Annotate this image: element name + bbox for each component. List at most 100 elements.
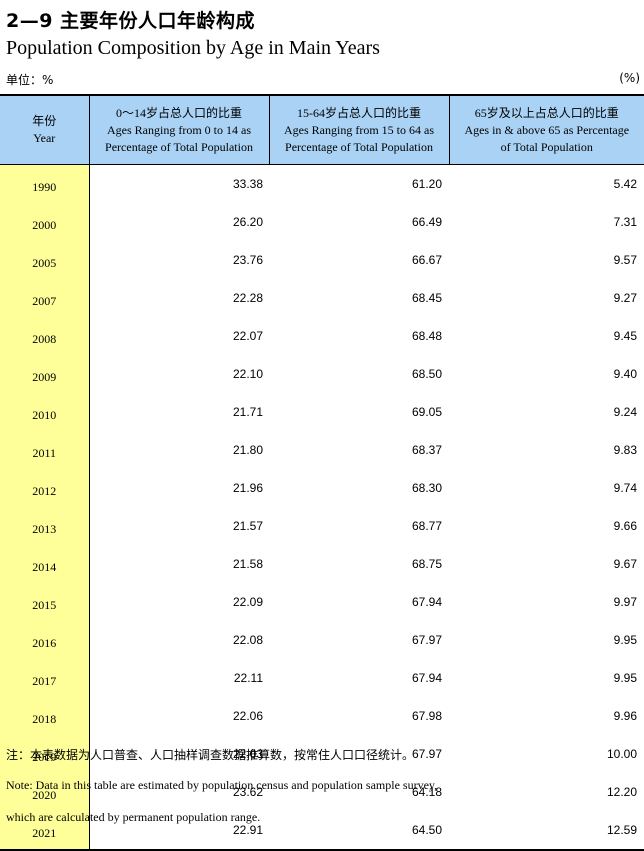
year-cell: 2008 bbox=[0, 317, 90, 355]
page-title-en: Population Composition by Age in Main Ye… bbox=[6, 37, 380, 59]
header-ages-65-plus-en1: Ages in & above 65 as Percentage bbox=[464, 122, 630, 137]
year-cell: 1990 bbox=[0, 164, 90, 203]
year-cell: 2005 bbox=[0, 241, 90, 279]
unit-label-en: (%) bbox=[619, 71, 640, 85]
header-ages-15-64: 15-64岁占总人口的比重 Ages Ranging from 15 to 64… bbox=[268, 94, 449, 165]
year-cell: 2018 bbox=[0, 697, 90, 735]
year-cell: 2011 bbox=[0, 431, 90, 469]
header-year-en: Year bbox=[33, 131, 56, 145]
ages-65-plus-cell: 12.59 bbox=[449, 811, 644, 851]
header-ages-0-14-en1: Ages Ranging from 0 to 14 as bbox=[107, 122, 251, 137]
ages-0-14-cell: 33.38 bbox=[232, 177, 263, 191]
ages-0-14-cell: 21.58 bbox=[232, 557, 263, 571]
ages-0-14-cell: 23.76 bbox=[232, 253, 263, 267]
ages-15-64-cell: 66.49 bbox=[411, 215, 442, 229]
ages-65-plus-cell: 9.66 bbox=[613, 519, 637, 533]
ages-15-64-cell: 68.48 bbox=[411, 329, 442, 343]
table-row: 2007 22.28 68.45 9.27 bbox=[0, 279, 644, 317]
ages-15-64-cell: 68.30 bbox=[411, 481, 442, 495]
table-row: 1990 33.38 61.20 5.42 bbox=[0, 164, 644, 203]
ages-65-plus-cell: 12.20 bbox=[606, 785, 637, 799]
ages-65-plus-cell: 9.97 bbox=[613, 595, 637, 609]
ages-15-64-cell: 68.77 bbox=[411, 519, 442, 533]
header-ages-65-plus-en2: of Total Population bbox=[500, 139, 593, 154]
ages-65-plus-cell: 9.95 bbox=[613, 671, 637, 685]
table-row: 2015 22.09 67.94 9.97 bbox=[0, 583, 644, 621]
ages-65-plus-cell: 9.24 bbox=[613, 405, 637, 419]
ages-15-64-cell: 67.94 bbox=[411, 671, 442, 685]
table-header: 年份 Year 0～14岁占总人口的比重 Ages Ranging from 0… bbox=[0, 94, 644, 165]
header-ages-0-14: 0～14岁占总人口的比重 Ages Ranging from 0 to 14 a… bbox=[88, 94, 269, 165]
ages-15-64-cell: 69.05 bbox=[411, 405, 442, 419]
table-row: 2018 22.06 67.98 9.96 bbox=[0, 697, 644, 735]
year-cell: 2015 bbox=[0, 583, 90, 621]
footnote-cn: 注：本表数据为人口普查、人口抽样调查数据推算数，按常住人口口径统计。 bbox=[6, 748, 415, 762]
table-row: 2012 21.96 68.30 9.74 bbox=[0, 469, 644, 507]
ages-15-64-cell: 67.94 bbox=[411, 595, 442, 609]
ages-65-plus-cell: 9.27 bbox=[613, 291, 637, 305]
age-composition-table: 年份 Year 0～14岁占总人口的比重 Ages Ranging from 0… bbox=[0, 94, 644, 851]
year-cell: 2010 bbox=[0, 393, 90, 431]
ages-65-plus-cell: 9.96 bbox=[613, 709, 637, 723]
table-row: 2017 22.11 67.94 9.95 bbox=[0, 659, 644, 697]
ages-15-64-cell: 61.20 bbox=[411, 177, 442, 191]
ages-15-64-cell: 68.45 bbox=[411, 291, 442, 305]
ages-0-14-cell: 21.71 bbox=[232, 405, 263, 419]
ages-65-plus-cell: 9.74 bbox=[613, 481, 637, 495]
table-row: 2008 22.07 68.48 9.45 bbox=[0, 317, 644, 355]
ages-65-plus-cell: 10.00 bbox=[606, 747, 637, 761]
ages-65-plus-cell: 9.95 bbox=[613, 633, 637, 647]
ages-65-plus-cell: 9.45 bbox=[613, 329, 637, 343]
ages-0-14-cell: 21.80 bbox=[232, 443, 263, 457]
ages-0-14-cell: 22.11 bbox=[233, 671, 263, 685]
header-year: 年份 Year bbox=[0, 94, 89, 165]
year-cell: 2000 bbox=[0, 203, 90, 241]
table-row: 2000 26.20 66.49 7.31 bbox=[0, 203, 644, 241]
ages-65-plus-cell: 9.57 bbox=[613, 253, 637, 267]
table-row: 2014 21.58 68.75 9.67 bbox=[0, 545, 644, 583]
table-row: 2013 21.57 68.77 9.66 bbox=[0, 507, 644, 545]
ages-15-64-cell: 64.50 bbox=[269, 811, 449, 851]
table-row: 2005 23.76 66.67 9.57 bbox=[0, 241, 644, 279]
table-row: 2010 21.71 69.05 9.24 bbox=[0, 393, 644, 431]
year-cell: 2009 bbox=[0, 355, 90, 393]
unit-label-cn: 单位：% bbox=[6, 73, 54, 87]
table-row: 2016 22.08 67.97 9.95 bbox=[0, 621, 644, 659]
table-row: 2011 21.80 68.37 9.83 bbox=[0, 431, 644, 469]
ages-15-64-cell: 68.50 bbox=[411, 367, 442, 381]
page-title-cn: 2—9 主要年份人口年龄构成 bbox=[6, 10, 256, 32]
ages-15-64-cell: 68.75 bbox=[411, 557, 442, 571]
ages-0-14-cell: 22.10 bbox=[232, 367, 263, 381]
year-cell: 2014 bbox=[0, 545, 90, 583]
header-ages-65-plus: 65岁及以上占总人口的比重 Ages in & above 65 as Perc… bbox=[448, 94, 644, 165]
ages-65-plus-cell: 7.31 bbox=[613, 215, 637, 229]
ages-65-plus-cell: 9.40 bbox=[613, 367, 637, 381]
ages-15-64-cell: 67.97 bbox=[411, 633, 442, 647]
header-ages-0-14-en2: Percentage of Total Population bbox=[105, 139, 253, 154]
header-ages-65-plus-cn: 65岁及以上占总人口的比重 bbox=[474, 105, 619, 120]
ages-0-14-cell: 21.57 bbox=[232, 519, 263, 533]
ages-0-14-cell: 22.08 bbox=[232, 633, 263, 647]
ages-15-64-cell: 66.67 bbox=[411, 253, 442, 267]
year-cell: 2012 bbox=[0, 469, 90, 507]
ages-15-64-cell: 68.37 bbox=[411, 443, 442, 457]
ages-0-14-cell: 22.06 bbox=[232, 709, 263, 723]
year-cell: 2013 bbox=[0, 507, 90, 545]
year-cell: 2017 bbox=[0, 659, 90, 697]
ages-65-plus-cell: 9.67 bbox=[613, 557, 637, 571]
ages-65-plus-cell: 5.42 bbox=[613, 177, 637, 191]
table-row: 2009 22.10 68.50 9.40 bbox=[0, 355, 644, 393]
header-ages-15-64-en1: Ages Ranging from 15 to 64 as bbox=[284, 122, 434, 137]
ages-0-14-cell: 22.28 bbox=[232, 291, 263, 305]
ages-0-14-cell: 22.07 bbox=[232, 329, 263, 343]
header-ages-0-14-cn: 0～14岁占总人口的比重 bbox=[115, 105, 242, 120]
ages-0-14-cell: 22.09 bbox=[232, 595, 263, 609]
footnote-en-line1: Note: Data in this table are estimated b… bbox=[6, 778, 438, 792]
header-year-cn: 年份 bbox=[32, 114, 57, 128]
ages-15-64-cell: 67.98 bbox=[411, 709, 442, 723]
ages-0-14-cell: 26.20 bbox=[232, 215, 263, 229]
header-ages-15-64-en2: Percentage of Total Population bbox=[285, 139, 433, 154]
ages-65-plus-cell: 9.83 bbox=[613, 443, 637, 457]
ages-0-14-cell: 21.96 bbox=[232, 481, 263, 495]
footnote-en-line2: which are calculated by permanent popula… bbox=[6, 810, 261, 824]
